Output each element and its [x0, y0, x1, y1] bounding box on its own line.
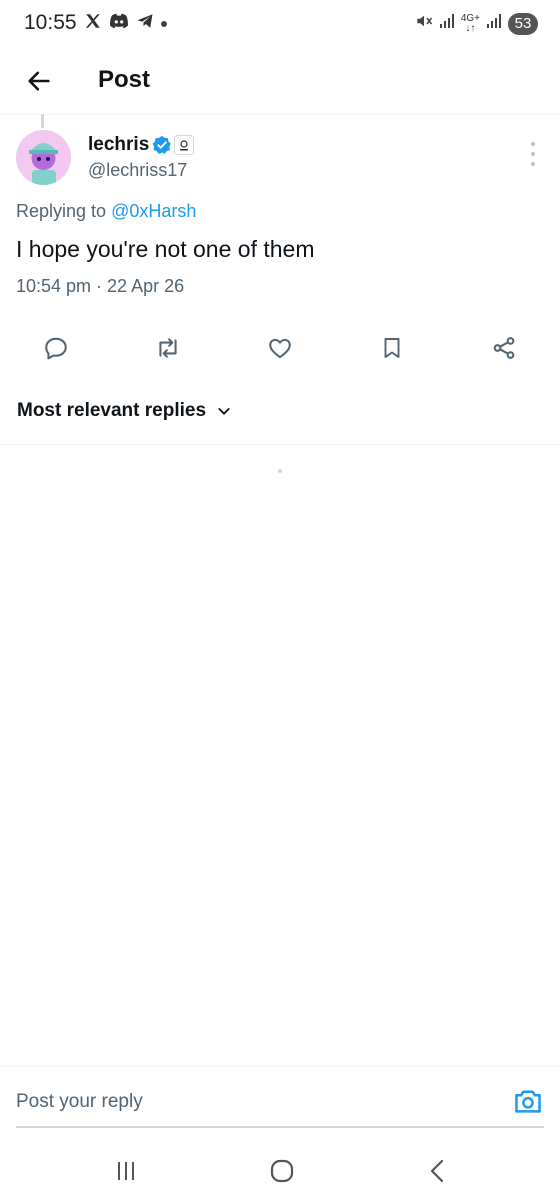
bookmark-icon: [384, 338, 400, 358]
network-label: 4G+: [460, 12, 480, 24]
back-button[interactable]: [20, 62, 58, 100]
status-time: 10:55: [24, 11, 77, 34]
avatar[interactable]: [16, 130, 71, 185]
more-dot: [531, 142, 535, 146]
page-title: Post: [98, 66, 151, 93]
notification-icons: [84, 12, 168, 35]
mute-icon: [415, 12, 433, 35]
4g-icon: 4G+ ↓↑: [460, 12, 480, 34]
home-icon: [270, 1159, 294, 1183]
more-dot: [531, 152, 535, 156]
reply-button[interactable]: [36, 328, 76, 368]
tweet-text: I hope you're not one of them: [16, 236, 315, 262]
verified-badge-icon: [152, 135, 172, 160]
like-icon: [269, 338, 291, 359]
telegram-icon: [136, 12, 154, 35]
more-options-button[interactable]: [523, 142, 543, 166]
replying-prefix: Replying to: [16, 201, 112, 221]
x-logo-icon: [84, 12, 102, 35]
repost-button[interactable]: [148, 328, 188, 368]
tweet-actions: [0, 328, 560, 368]
top-header: Post: [0, 50, 560, 114]
loading-indicator: [278, 469, 282, 473]
replies-divider: [0, 444, 560, 445]
sort-label: Most relevant replies: [17, 400, 207, 421]
discord-icon: [108, 12, 130, 35]
signal-icon: [439, 13, 455, 34]
recent-apps-icon: [118, 1162, 134, 1180]
mention-link[interactable]: @0xHarsh: [111, 201, 196, 221]
back-nav-icon: [430, 1159, 444, 1183]
system-indicators: 4G+ ↓↑ 53: [415, 12, 538, 35]
composer-underline: [16, 1126, 544, 1128]
back-arrow-icon: [28, 71, 50, 91]
share-icon: [493, 337, 515, 359]
dot-icon: [160, 15, 168, 33]
recent-apps-button[interactable]: [106, 1154, 146, 1188]
affiliate-badge-icon: [174, 135, 194, 155]
like-button[interactable]: [260, 328, 300, 368]
header-divider: [0, 114, 560, 115]
reply-icon: [45, 337, 67, 360]
bookmark-button[interactable]: [372, 328, 412, 368]
back-nav-button[interactable]: [418, 1154, 458, 1188]
share-button[interactable]: [484, 328, 524, 368]
replies-sort-dropdown[interactable]: Most relevant replies: [17, 400, 232, 422]
reply-input[interactable]: [16, 1088, 486, 1116]
more-dot: [531, 162, 535, 166]
repost-icon: [159, 338, 177, 358]
replying-to: Replying to @0xHarsh: [16, 201, 196, 222]
composer-divider: [0, 1066, 560, 1067]
battery-indicator: 53: [508, 12, 538, 35]
display-name[interactable]: lechris: [88, 134, 149, 156]
camera-button[interactable]: [512, 1087, 544, 1115]
camera-icon: [515, 1090, 541, 1113]
signal-icon: [486, 13, 502, 34]
tweet-timestamp[interactable]: 10:54 pm · 22 Apr 26: [16, 276, 184, 297]
user-handle[interactable]: @lechriss17: [88, 160, 187, 181]
home-button[interactable]: [262, 1154, 302, 1188]
status-bar: 10:55 4G+ ↓↑ 53: [0, 0, 560, 50]
thread-line: [41, 114, 44, 128]
system-nav-bar: [0, 1140, 560, 1200]
chevron-down-icon: [218, 408, 230, 415]
